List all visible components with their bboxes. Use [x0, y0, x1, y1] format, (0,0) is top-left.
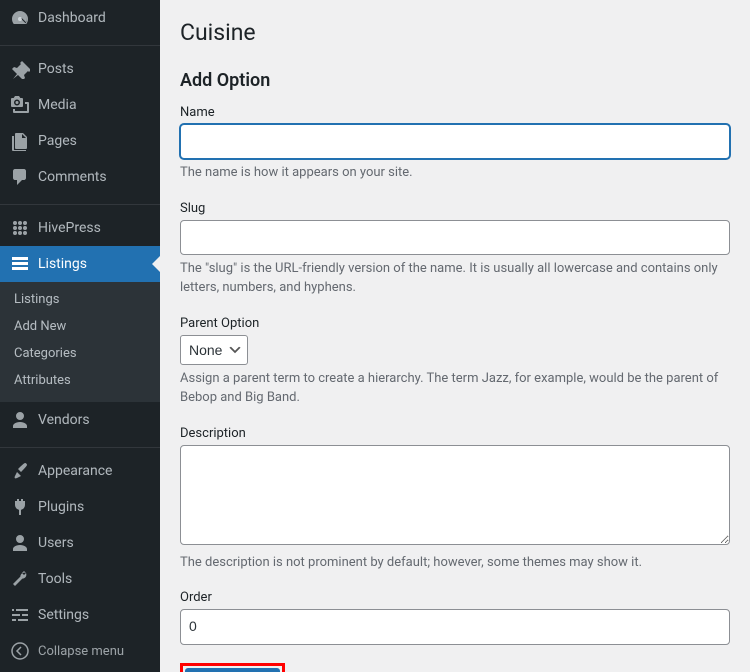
form-heading: Add Option — [180, 70, 730, 91]
name-description: The name is how it appears on your site. — [180, 163, 730, 183]
menu-hivepress[interactable]: HivePress — [0, 210, 160, 246]
submenu-item-listings[interactable]: Listings — [0, 286, 160, 313]
menu-users[interactable]: Users — [0, 525, 160, 561]
submenu-item-addnew[interactable]: Add New — [0, 313, 160, 340]
menu-settings[interactable]: Settings — [0, 597, 160, 633]
order-input[interactable] — [180, 609, 730, 644]
pages-icon — [10, 131, 30, 151]
menu-label: Listings — [38, 256, 87, 272]
page-title: Cuisine — [180, 10, 730, 50]
media-icon — [10, 95, 30, 115]
parent-label: Parent Option — [180, 316, 730, 331]
menu-label: Users — [38, 535, 74, 551]
hive-icon — [10, 218, 30, 238]
menu-tools[interactable]: Tools — [0, 561, 160, 597]
person-icon — [10, 410, 30, 430]
menu-listings[interactable]: Listings — [0, 246, 160, 282]
pin-icon — [10, 59, 30, 79]
field-slug: Slug The "slug" is the URL-friendly vers… — [180, 201, 730, 298]
menu-appearance[interactable]: Appearance — [0, 453, 160, 489]
name-input[interactable] — [180, 124, 730, 159]
dashboard-icon — [10, 8, 30, 28]
menu-label: Appearance — [38, 463, 112, 479]
user-icon — [10, 533, 30, 553]
menu-pages[interactable]: Pages — [0, 123, 160, 159]
menu-separator — [0, 41, 160, 46]
field-parent: Parent Option None Assign a parent term … — [180, 316, 730, 408]
menu-media[interactable]: Media — [0, 87, 160, 123]
add-option-button[interactable]: Add Option — [185, 668, 280, 672]
submenu-listings: Listings Add New Categories Attributes — [0, 282, 160, 402]
menu-separator — [0, 200, 160, 205]
comment-icon — [10, 167, 30, 187]
field-name: Name The name is how it appears on your … — [180, 105, 730, 183]
field-description: Description The description is not promi… — [180, 426, 730, 573]
menu-posts[interactable]: Posts — [0, 51, 160, 87]
plug-icon — [10, 497, 30, 517]
parent-select[interactable]: None — [180, 335, 248, 365]
sliders-icon — [10, 605, 30, 625]
wrench-icon — [10, 569, 30, 589]
slug-description: The "slug" is the URL-friendly version o… — [180, 259, 730, 298]
order-label: Order — [180, 590, 730, 605]
collapse-menu[interactable]: Collapse menu — [0, 633, 160, 669]
slug-input[interactable] — [180, 220, 730, 255]
menu-label: Settings — [38, 607, 89, 623]
menu-label: Vendors — [38, 412, 90, 428]
menu-vendors[interactable]: Vendors — [0, 402, 160, 438]
menu-label: HivePress — [38, 220, 101, 236]
submenu-item-categories[interactable]: Categories — [0, 340, 160, 367]
description-textarea[interactable] — [180, 445, 730, 545]
description-label: Description — [180, 426, 730, 441]
submit-highlight: Add Option — [180, 663, 285, 672]
menu-label: Posts — [38, 61, 74, 77]
menu-label: Pages — [38, 133, 77, 149]
menu-plugins[interactable]: Plugins — [0, 489, 160, 525]
menu-comments[interactable]: Comments — [0, 159, 160, 195]
menu-label: Media — [38, 97, 77, 113]
menu-dashboard[interactable]: Dashboard — [0, 0, 160, 36]
parent-description: Assign a parent term to create a hierarc… — [180, 369, 730, 408]
description-desc: The description is not prominent by defa… — [180, 553, 730, 573]
submenu-item-attributes[interactable]: Attributes — [0, 367, 160, 394]
name-label: Name — [180, 105, 730, 120]
collapse-icon — [10, 641, 30, 661]
brush-icon — [10, 461, 30, 481]
field-order: Order — [180, 590, 730, 644]
menu-separator — [0, 443, 160, 448]
slug-label: Slug — [180, 201, 730, 216]
admin-sidebar: Dashboard Posts Media Pages Comments Hiv… — [0, 0, 160, 672]
menu-label: Comments — [38, 169, 107, 185]
menu-label: Plugins — [38, 499, 84, 515]
collapse-label: Collapse menu — [38, 644, 124, 659]
main-content: Cuisine Add Option Name The name is how … — [160, 0, 750, 672]
list-icon — [10, 254, 30, 274]
menu-label: Tools — [38, 571, 72, 587]
menu-label: Dashboard — [38, 10, 106, 26]
